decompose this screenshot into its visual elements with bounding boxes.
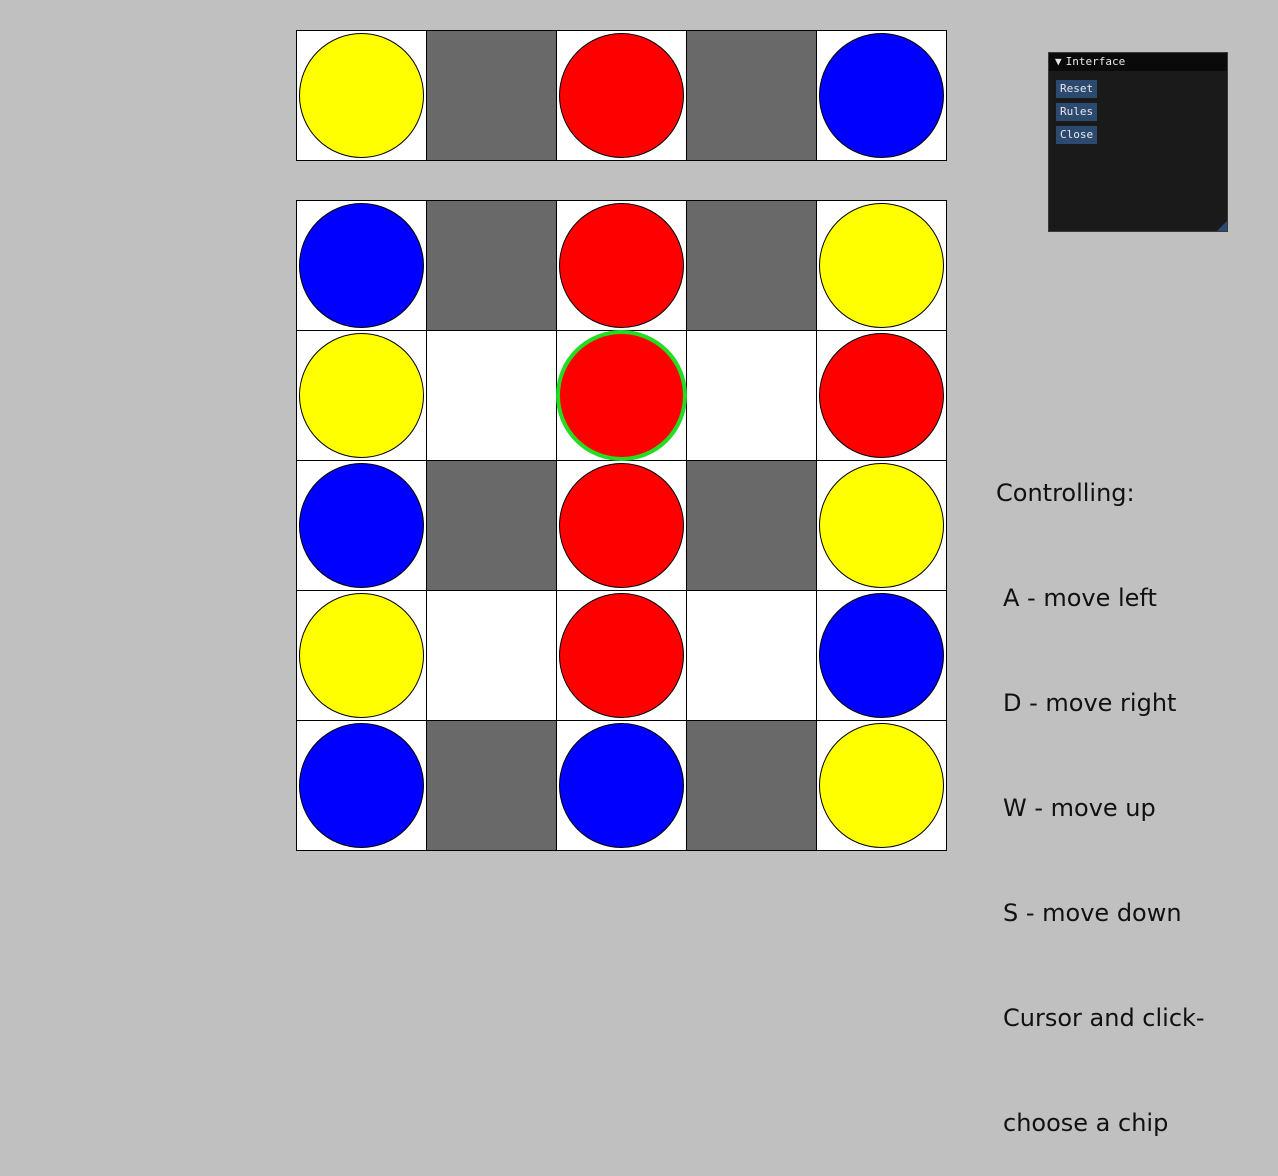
yellow-chip[interactable]: [299, 593, 424, 718]
board-cell[interactable]: [817, 201, 946, 330]
board-cell[interactable]: [297, 461, 426, 590]
reset-button[interactable]: Reset: [1056, 80, 1098, 98]
game-board: [296, 200, 947, 851]
yellow-chip[interactable]: [819, 463, 944, 588]
target-cell: [557, 31, 686, 160]
board-cell[interactable]: [557, 591, 686, 720]
board-cell: [427, 461, 556, 590]
board-cell[interactable]: [817, 591, 946, 720]
blue-chip[interactable]: [299, 203, 424, 328]
red-chip-selected[interactable]: [556, 330, 687, 461]
board-cell[interactable]: [297, 331, 426, 460]
board-cell[interactable]: [427, 331, 556, 460]
interface-panel[interactable]: ▼ Interface Reset Rules Close: [1048, 52, 1228, 232]
yellow-chip: [299, 33, 424, 158]
board-cell[interactable]: [817, 721, 946, 850]
red-chip[interactable]: [559, 203, 684, 328]
collapse-arrow-icon[interactable]: ▼: [1055, 53, 1062, 71]
board-cell[interactable]: [557, 721, 686, 850]
rules-button[interactable]: Rules: [1056, 103, 1098, 121]
target-cell: [427, 31, 556, 160]
yellow-chip[interactable]: [819, 723, 944, 848]
control-move-right: D - move right: [1003, 689, 1177, 717]
target-cell: [687, 31, 816, 160]
red-chip: [559, 33, 684, 158]
controls-heading: Controlling:: [996, 479, 1135, 507]
blue-chip[interactable]: [559, 723, 684, 848]
board-cell[interactable]: [817, 331, 946, 460]
resize-grip-icon[interactable]: [1217, 221, 1227, 231]
yellow-chip[interactable]: [819, 203, 944, 328]
target-cell: [817, 31, 946, 160]
yellow-chip[interactable]: [299, 333, 424, 458]
control-choose-chip: choose a chip: [1003, 1109, 1169, 1137]
control-move-left: A - move left: [1003, 584, 1157, 612]
board-cell[interactable]: [817, 461, 946, 590]
controls-help: Controlling: A - move left D - move righ…: [996, 406, 1205, 1176]
blue-chip[interactable]: [299, 463, 424, 588]
board-cell[interactable]: [557, 461, 686, 590]
control-cursor-click: Cursor and click-: [1003, 1004, 1205, 1032]
board-cell: [687, 201, 816, 330]
blue-chip[interactable]: [819, 593, 944, 718]
board-cell[interactable]: [687, 591, 816, 720]
red-chip[interactable]: [559, 463, 684, 588]
target-row-board: [296, 30, 947, 161]
close-button[interactable]: Close: [1056, 126, 1098, 144]
red-chip[interactable]: [819, 333, 944, 458]
control-move-up: W - move up: [1003, 794, 1156, 822]
control-move-down: S - move down: [1003, 899, 1182, 927]
interface-title: Interface: [1065, 55, 1126, 68]
interface-titlebar[interactable]: ▼ Interface: [1049, 53, 1227, 71]
board-cell: [687, 721, 816, 850]
board-cell[interactable]: [297, 721, 426, 850]
board-cell[interactable]: [557, 201, 686, 330]
target-cell: [297, 31, 426, 160]
blue-chip: [819, 33, 944, 158]
board-cell[interactable]: [427, 591, 556, 720]
board-cell[interactable]: [556, 330, 687, 461]
blue-chip[interactable]: [299, 723, 424, 848]
board-cell: [687, 461, 816, 590]
board-cell: [427, 201, 556, 330]
board-cell[interactable]: [687, 331, 816, 460]
red-chip[interactable]: [559, 593, 684, 718]
board-cell: [427, 721, 556, 850]
board-cell[interactable]: [297, 201, 426, 330]
board-cell[interactable]: [297, 591, 426, 720]
